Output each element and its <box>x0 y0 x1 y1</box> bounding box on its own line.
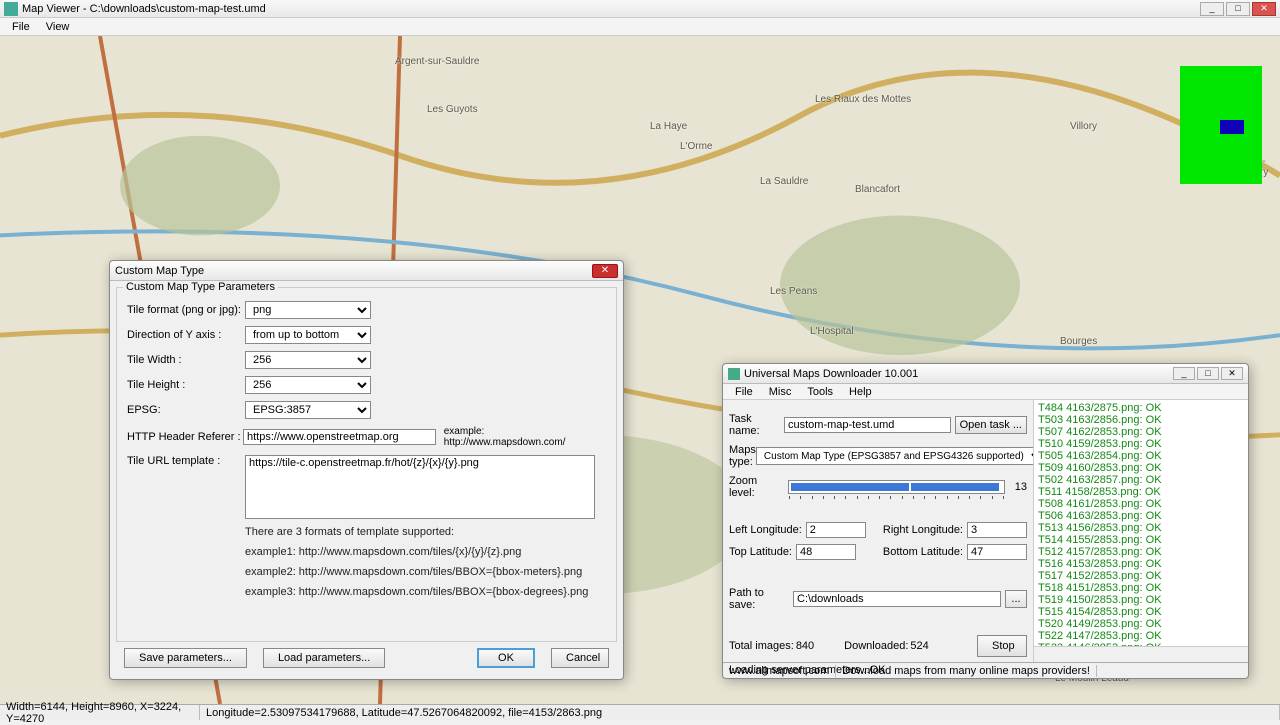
log-line: T522 4147/2853.png: OK <box>1038 630 1244 642</box>
umd-dialog: Universal Maps Downloader 10.001 _ □ ✕ F… <box>722 363 1249 679</box>
app-icon <box>4 2 18 16</box>
path-browse-button[interactable]: ... <box>1005 590 1027 608</box>
main-titlebar: Map Viewer - C:\downloads\custom-map-tes… <box>0 0 1280 18</box>
log-line: T506 4163/2853.png: OK <box>1038 510 1244 522</box>
cancel-button[interactable]: Cancel <box>551 648 609 668</box>
umd-menu-misc[interactable]: Misc <box>761 386 800 398</box>
custom-dialog-title: Custom Map Type <box>115 265 204 277</box>
log-line: T515 4154/2853.png: OK <box>1038 606 1244 618</box>
referer-input[interactable] <box>243 429 436 445</box>
umd-menu-help[interactable]: Help <box>841 386 880 398</box>
label-path: Path to save: <box>729 587 793 611</box>
label-tile-format: Tile format (png or jpg): <box>127 304 245 316</box>
referer-example: example: http://www.mapsdown.com/ <box>444 426 606 448</box>
zoom-value: 13 <box>1015 481 1027 493</box>
minimap[interactable] <box>1180 66 1262 184</box>
log-line: T519 4150/2853.png: OK <box>1038 594 1244 606</box>
log-line: T516 4153/2853.png: OK <box>1038 558 1244 570</box>
log-line: T509 4160/2853.png: OK <box>1038 462 1244 474</box>
epsg-select[interactable]: EPSG:3857 <box>245 401 371 419</box>
status-coord: Longitude=2.53097534179688, Latitude=47.… <box>200 705 1280 720</box>
minimap-viewport-marker <box>1220 120 1244 134</box>
label-tile-width: Tile Width : <box>127 354 245 366</box>
task-name-input[interactable] <box>784 417 951 433</box>
log-line: T517 4152/2853.png: OK <box>1038 570 1244 582</box>
bottom-latitude-input[interactable] <box>967 544 1027 560</box>
main-menubar: File View <box>0 18 1280 36</box>
label-direction: Direction of Y axis : <box>127 329 245 341</box>
log-line: T510 4159/2853.png: OK <box>1038 438 1244 450</box>
custom-map-type-dialog: Custom Map Type ✕ Custom Map Type Parame… <box>109 260 624 680</box>
umd-close-button[interactable]: ✕ <box>1221 367 1243 380</box>
umd-minimize-button[interactable]: _ <box>1173 367 1195 380</box>
template-example-2: example2: http://www.mapsdown.com/tiles/… <box>245 566 606 578</box>
log-line: T520 4149/2853.png: OK <box>1038 618 1244 630</box>
maximize-button[interactable]: □ <box>1226 2 1250 16</box>
left-longitude-input[interactable] <box>806 522 866 538</box>
label-epsg: EPSG: <box>127 404 245 416</box>
log-line: T484 4163/2875.png: OK <box>1038 402 1244 414</box>
zoom-slider[interactable] <box>788 480 1005 494</box>
log-line: T505 4163/2854.png: OK <box>1038 450 1244 462</box>
total-images-value: 840 <box>796 640 814 652</box>
url-template-textarea[interactable]: https://tile-c.openstreetmap.fr/hot/{z}/… <box>245 455 595 519</box>
template-example-3: example3: http://www.mapsdown.com/tiles/… <box>245 586 606 598</box>
custom-dialog-close-button[interactable]: ✕ <box>592 264 618 278</box>
right-longitude-input[interactable] <box>967 522 1027 538</box>
menu-view[interactable]: View <box>38 21 78 33</box>
log-line: T503 4163/2856.png: OK <box>1038 414 1244 426</box>
log-line: T511 4158/2853.png: OK <box>1038 486 1244 498</box>
direction-select[interactable]: from up to bottom <box>245 326 371 344</box>
umd-menu-file[interactable]: File <box>727 386 761 398</box>
umd-menu-tools[interactable]: Tools <box>799 386 841 398</box>
label-url-template: Tile URL template : <box>127 455 245 467</box>
log-line: T518 4151/2853.png: OK <box>1038 582 1244 594</box>
minimize-button[interactable]: _ <box>1200 2 1224 16</box>
umd-status-site: www.allmapsoft.com <box>723 665 836 677</box>
log-line: T502 4163/2857.png: OK <box>1038 474 1244 486</box>
label-total-images: Total images: <box>729 640 794 652</box>
umd-title: Universal Maps Downloader 10.001 <box>744 368 918 380</box>
template-note-intro: There are 3 formats of template supporte… <box>245 526 606 538</box>
label-right-lon: Right Longitude: <box>883 524 963 536</box>
close-button[interactable]: ✕ <box>1252 2 1276 16</box>
label-left-lon: Left Longitude: <box>729 524 802 536</box>
label-maps-type: Maps type: <box>729 444 756 468</box>
log-horizontal-scrollbar[interactable] <box>1034 646 1248 662</box>
tile-width-select[interactable]: 256 <box>245 351 371 369</box>
main-statusbar: Width=6144, Height=8960, X=3224, Y=4270 … <box>0 704 1280 720</box>
ok-button[interactable]: OK <box>477 648 535 668</box>
log-line: T507 4162/2853.png: OK <box>1038 426 1244 438</box>
custom-dialog-legend: Custom Map Type Parameters <box>123 281 278 293</box>
menu-file[interactable]: File <box>4 21 38 33</box>
load-parameters-button[interactable]: Load parameters... <box>263 648 385 668</box>
label-tile-height: Tile Height : <box>127 379 245 391</box>
label-top-lat: Top Latitude: <box>729 546 792 558</box>
label-task-name: Task name: <box>729 413 784 437</box>
top-latitude-input[interactable] <box>796 544 856 560</box>
downloaded-value: 524 <box>910 640 928 652</box>
status-size: Width=6144, Height=8960, X=3224, Y=4270 <box>0 705 200 720</box>
log-line: T513 4156/2853.png: OK <box>1038 522 1244 534</box>
maps-type-select[interactable]: Custom Map Type (EPSG3857 and EPSG4326 s… <box>756 447 1045 465</box>
label-zoom: Zoom level: <box>729 475 784 499</box>
download-log[interactable]: T484 4163/2875.png: OKT503 4163/2856.png… <box>1034 400 1248 646</box>
umd-maximize-button[interactable]: □ <box>1197 367 1219 380</box>
log-line: T512 4157/2853.png: OK <box>1038 546 1244 558</box>
umd-status-desc: Download maps from many online maps prov… <box>836 665 1097 677</box>
path-input[interactable] <box>793 591 1001 607</box>
log-line: T508 4161/2853.png: OK <box>1038 498 1244 510</box>
template-example-1: example1: http://www.mapsdown.com/tiles/… <box>245 546 606 558</box>
save-parameters-button[interactable]: Save parameters... <box>124 648 247 668</box>
tile-format-select[interactable]: png <box>245 301 371 319</box>
log-line: T514 4155/2853.png: OK <box>1038 534 1244 546</box>
label-bottom-lat: Bottom Latitude: <box>883 546 963 558</box>
stop-button[interactable]: Stop <box>977 635 1027 657</box>
tile-height-select[interactable]: 256 <box>245 376 371 394</box>
window-title: Map Viewer - C:\downloads\custom-map-tes… <box>22 3 266 15</box>
open-task-button[interactable]: Open task ... <box>955 416 1027 434</box>
label-referer: HTTP Header Referer : <box>127 431 243 443</box>
umd-app-icon <box>728 368 740 380</box>
label-downloaded: Downloaded: <box>844 640 908 652</box>
